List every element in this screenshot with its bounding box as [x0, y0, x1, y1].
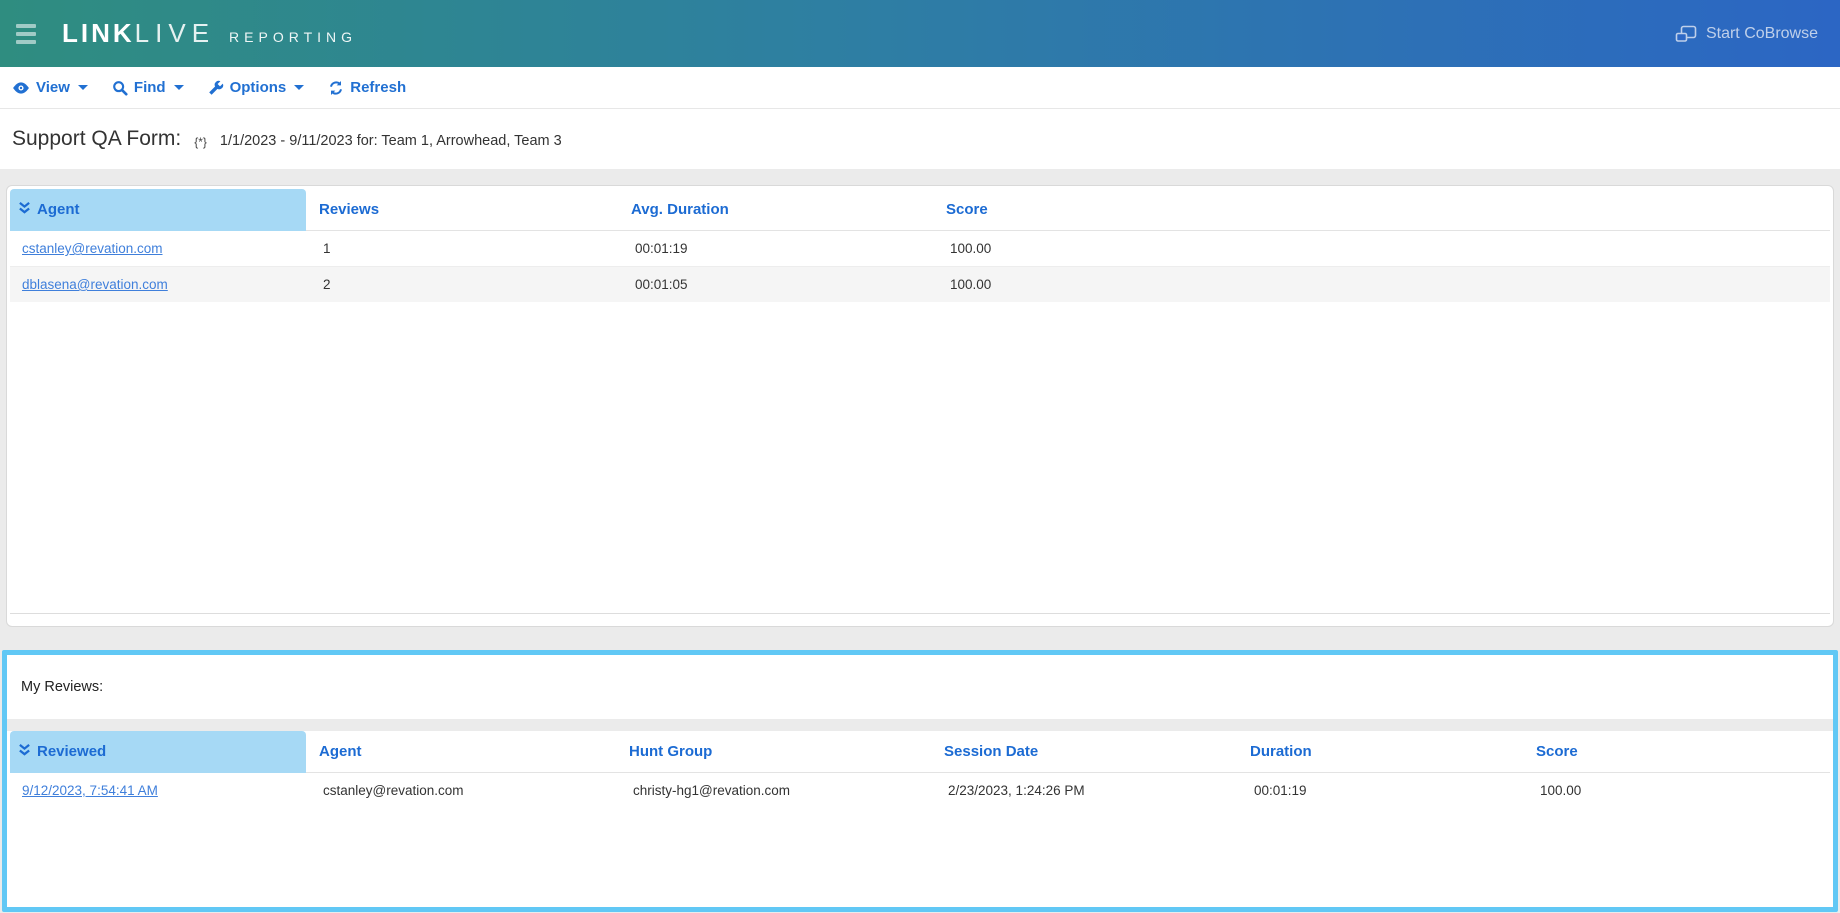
column-header-duration[interactable]: Duration [1237, 731, 1523, 773]
find-menu-label: Find [134, 79, 166, 96]
cobrowse-icon [1675, 25, 1697, 43]
title-bar: Support QA Form: {*} 1/1/2023 - 9/11/202… [0, 109, 1840, 169]
column-header-label: Agent [37, 201, 80, 218]
sort-descending-icon [18, 742, 31, 761]
sort-descending-icon [18, 200, 31, 219]
table-cell: 100.00 [933, 231, 1830, 266]
table-cell: 9/12/2023, 7:54:41 AM [10, 773, 306, 808]
options-menu-button[interactable]: Options [208, 79, 305, 96]
view-menu-label: View [36, 79, 70, 96]
my-reviews-table: Reviewed Agent Hunt Group Session Date D… [10, 731, 1830, 808]
column-header-label: Score [1536, 743, 1578, 760]
start-cobrowse-label: Start CoBrowse [1706, 25, 1818, 43]
refresh-icon [328, 80, 344, 96]
column-header-label: Reviews [319, 201, 379, 218]
chevron-down-icon [294, 85, 304, 90]
brand-logo-light: LIVE [135, 18, 215, 49]
table-row: dblasena@revation.com 200:01:05100.00 [10, 266, 1830, 302]
table-cell: 2/23/2023, 1:24:26 PM [931, 773, 1237, 808]
table-cell: cstanley@revation.com [306, 773, 616, 808]
brand-logo-suffix: REPORTING [229, 29, 357, 45]
menu-icon[interactable] [16, 24, 42, 44]
toolbar: View Find Options Re [0, 67, 1840, 109]
table-cell: dblasena@revation.com [10, 266, 306, 302]
row-link[interactable]: cstanley@revation.com [22, 241, 163, 256]
search-icon [112, 80, 128, 96]
column-header-label: Hunt Group [629, 743, 712, 760]
table-cell: 00:01:05 [618, 266, 933, 302]
table-cell: 00:01:19 [618, 231, 933, 266]
page-title-note: {*} [194, 135, 207, 149]
row-link[interactable]: 9/12/2023, 7:54:41 AM [22, 783, 158, 798]
table-cell: 2 [306, 266, 618, 302]
brand-logo-bold: LINK [62, 18, 135, 49]
options-menu-label: Options [230, 79, 287, 96]
start-cobrowse-button[interactable]: Start CoBrowse [1675, 25, 1818, 43]
column-header-label: Session Date [944, 743, 1038, 760]
table-row: 9/12/2023, 7:54:41 AM cstanley@revation.c… [10, 773, 1830, 808]
refresh-label: Refresh [350, 79, 406, 96]
refresh-button[interactable]: Refresh [328, 79, 406, 96]
eye-icon [12, 81, 30, 95]
table-cell: 00:01:19 [1237, 773, 1523, 808]
agents-table: Agent Reviews Avg. Duration Score cstanl… [10, 189, 1830, 302]
wrench-icon [208, 80, 224, 96]
column-header-label: Duration [1250, 743, 1312, 760]
find-menu-button[interactable]: Find [112, 79, 184, 96]
chevron-down-icon [174, 85, 184, 90]
column-header-score[interactable]: Score [933, 189, 1830, 231]
view-menu-button[interactable]: View [12, 79, 88, 96]
column-header-score[interactable]: Score [1523, 731, 1830, 773]
table-row: cstanley@revation.com 100:01:19100.00 [10, 231, 1830, 266]
column-header-agent[interactable]: Agent [10, 189, 306, 231]
my-reviews-table-header-row: Reviewed Agent Hunt Group Session Date D… [10, 731, 1830, 773]
table-cell: 100.00 [1523, 773, 1830, 808]
table-cell: 1 [306, 231, 618, 266]
agents-summary-panel: Agent Reviews Avg. Duration Score cstanl… [6, 185, 1834, 627]
section-divider [7, 719, 1833, 731]
table-cell: cstanley@revation.com [10, 231, 306, 266]
column-header-session-date[interactable]: Session Date [931, 731, 1237, 773]
brand-logo: LINK LIVE REPORTING [62, 18, 357, 49]
top-bar: LINK LIVE REPORTING Start CoBrowse [0, 0, 1840, 67]
column-header-hunt-group[interactable]: Hunt Group [616, 731, 931, 773]
page-title: Support QA Form: [12, 127, 181, 151]
row-link[interactable]: dblasena@revation.com [22, 277, 168, 292]
column-header-reviewed[interactable]: Reviewed [10, 731, 306, 773]
column-header-label: Avg. Duration [631, 201, 729, 218]
column-header-agent[interactable]: Agent [306, 731, 616, 773]
page-subtitle: 1/1/2023 - 9/11/2023 for: Team 1, Arrowh… [220, 133, 562, 149]
my-reviews-panel: My Reviews: Reviewed Agent Hunt Grou [2, 650, 1838, 912]
column-header-label: Score [946, 201, 988, 218]
column-header-avg-duration[interactable]: Avg. Duration [618, 189, 933, 231]
column-header-reviews[interactable]: Reviews [306, 189, 618, 231]
table-cell: christy-hg1@revation.com [616, 773, 931, 808]
column-header-label: Reviewed [37, 743, 106, 760]
table-cell: 100.00 [933, 266, 1830, 302]
agents-table-header-row: Agent Reviews Avg. Duration Score [10, 189, 1830, 231]
column-header-label: Agent [319, 743, 362, 760]
chevron-down-icon [78, 85, 88, 90]
my-reviews-label: My Reviews: [21, 679, 103, 695]
my-reviews-label-bar: My Reviews: [7, 655, 1833, 719]
